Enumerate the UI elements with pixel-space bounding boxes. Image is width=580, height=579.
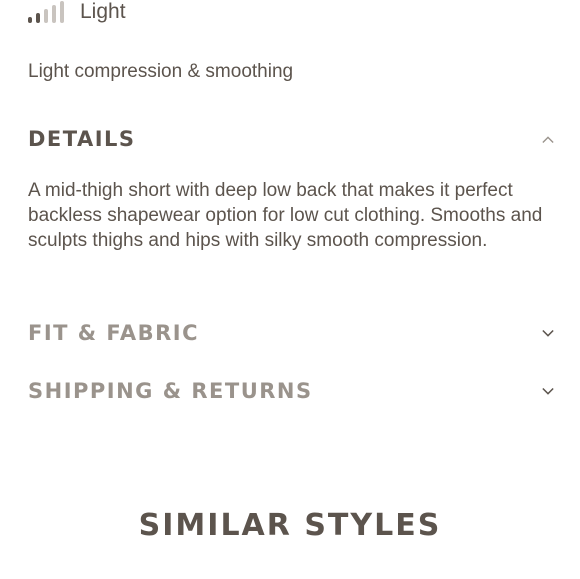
- fit-fabric-title: FIT & FABRIC: [28, 321, 200, 345]
- details-title: DETAILS: [28, 127, 136, 151]
- compression-level-label: Light: [80, 0, 126, 23]
- details-accordion-header[interactable]: DETAILS: [28, 123, 554, 155]
- level-bar: [36, 13, 40, 23]
- level-bar: [44, 9, 48, 23]
- level-bar: [60, 1, 64, 23]
- shipping-returns-title: SHIPPING & RETURNS: [28, 379, 313, 403]
- details-description: A mid-thigh short with deep low back tha…: [28, 180, 543, 251]
- signal-bars-icon: [28, 1, 64, 23]
- compression-description: Light compression & smoothing: [28, 61, 294, 82]
- similar-styles-heading: SIMILAR STYLES: [138, 508, 442, 543]
- level-bar: [52, 5, 56, 23]
- level-bar: [28, 17, 32, 23]
- chevron-up-icon: [542, 133, 554, 145]
- shipping-returns-accordion-header[interactable]: SHIPPING & RETURNS: [28, 375, 554, 407]
- compression-level: Light: [28, 0, 126, 24]
- fit-fabric-accordion-header[interactable]: FIT & FABRIC: [28, 317, 554, 349]
- chevron-down-icon: [542, 327, 554, 339]
- chevron-down-icon: [542, 385, 554, 397]
